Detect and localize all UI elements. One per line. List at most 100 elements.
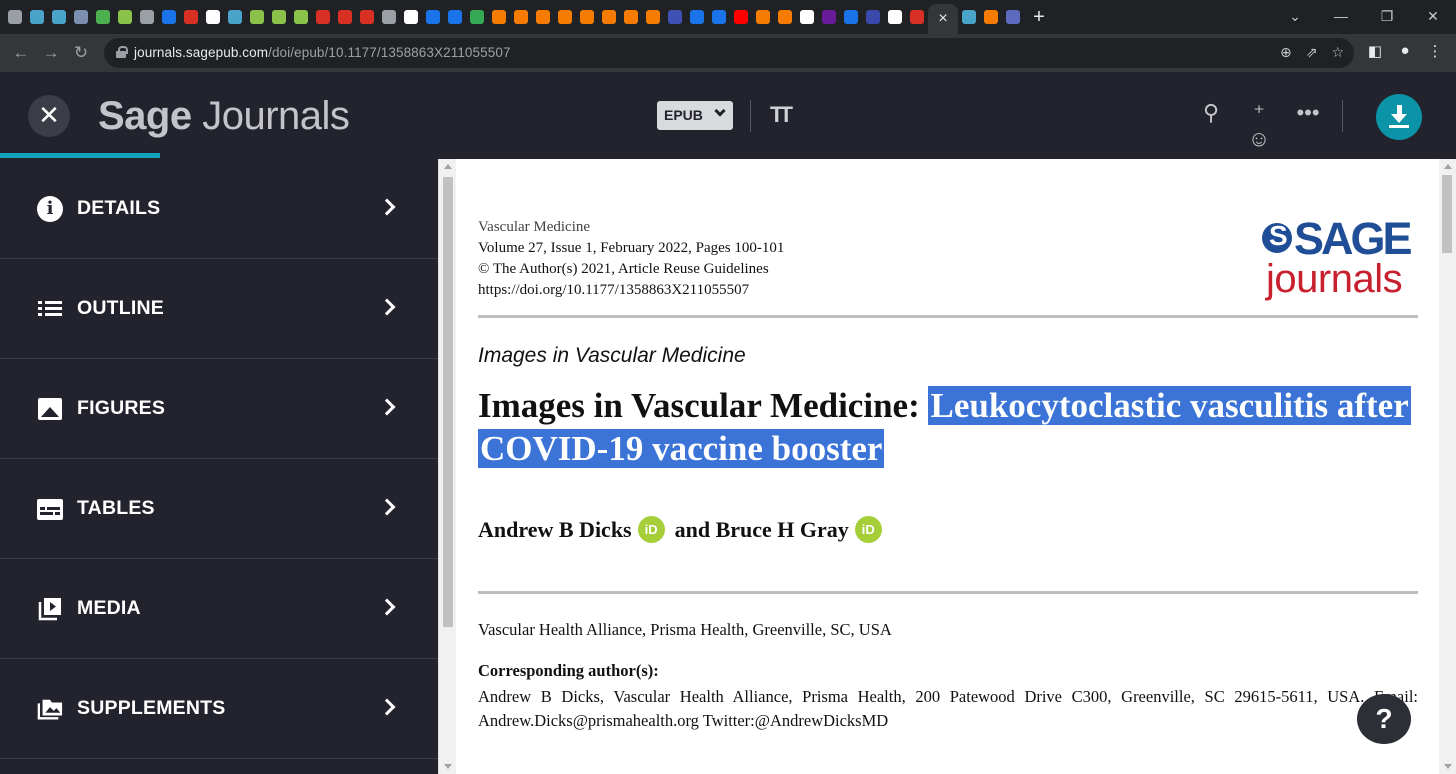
download-button[interactable]	[1376, 94, 1422, 140]
browser-tab[interactable]	[686, 6, 708, 28]
scrollbar-thumb[interactable]	[1442, 175, 1452, 253]
copyright-line: © The Author(s) 2021, Article Reuse Guid…	[478, 261, 769, 277]
sidebar-item-label: MEDIA	[77, 597, 141, 619]
scroll-down-icon[interactable]	[1444, 764, 1452, 769]
browser-tab[interactable]	[980, 6, 1002, 28]
browser-tab[interactable]	[958, 6, 980, 28]
browser-tab[interactable]	[334, 6, 356, 28]
browser-tab[interactable]	[818, 6, 840, 28]
browser-tab[interactable]	[620, 6, 642, 28]
orcid-icon[interactable]: iD	[637, 516, 665, 543]
browser-tab[interactable]	[774, 6, 796, 28]
scroll-up-icon[interactable]	[1444, 164, 1452, 169]
sidebar-item-details[interactable]: i DETAILS	[0, 159, 438, 259]
browser-tab[interactable]	[466, 6, 488, 28]
browser-tab[interactable]	[158, 6, 180, 28]
browser-tab[interactable]	[730, 6, 752, 28]
browser-tab[interactable]	[576, 6, 598, 28]
format-dropdown[interactable]: EPUB	[657, 101, 733, 130]
profile-icon[interactable]: ●	[1394, 42, 1416, 59]
restore-icon[interactable]: ❐	[1364, 4, 1410, 28]
font-size-button[interactable]: TT	[770, 102, 793, 128]
browser-tab[interactable]	[664, 6, 686, 28]
browser-tab[interactable]	[598, 6, 620, 28]
share-icon[interactable]: ⇗	[1306, 44, 1318, 61]
scrollbar-thumb[interactable]	[443, 177, 453, 627]
sidebar-item-supplements[interactable]: SUPPLEMENTS	[0, 659, 438, 759]
address-bar[interactable]: journals.sagepub.com/doi/epub/10.1177/13…	[104, 38, 1354, 68]
browser-tab[interactable]	[268, 6, 290, 28]
browser-tab[interactable]	[840, 6, 862, 28]
browser-tab[interactable]	[554, 6, 576, 28]
chevron-right-icon	[378, 598, 396, 616]
browser-tab[interactable]	[1002, 6, 1024, 28]
author-name[interactable]: and Bruce H Gray	[675, 517, 849, 543]
browser-tab[interactable]	[796, 6, 818, 28]
browser-tab[interactable]	[224, 6, 246, 28]
browser-menu-icon[interactable]: ⋮	[1424, 42, 1446, 60]
tab-favicon-icon	[514, 10, 528, 24]
lock-icon[interactable]	[116, 46, 128, 58]
close-window-icon[interactable]: ✕	[1410, 4, 1456, 28]
browser-tab[interactable]	[180, 6, 202, 28]
browser-tab[interactable]	[884, 6, 906, 28]
browser-tab[interactable]	[114, 6, 136, 28]
minimize-icon[interactable]: —	[1318, 4, 1364, 28]
browser-tab[interactable]	[48, 6, 70, 28]
browser-tab[interactable]	[4, 6, 26, 28]
new-tab-button[interactable]: +	[1024, 6, 1054, 28]
active-tab-close-icon[interactable]: ×	[928, 4, 958, 34]
author-name[interactable]: Andrew B Dicks	[478, 517, 632, 543]
sidebar-item-media[interactable]: MEDIA	[0, 559, 438, 659]
browser-tab[interactable]	[510, 6, 532, 28]
browser-tab[interactable]	[246, 6, 268, 28]
browser-tab[interactable]	[400, 6, 422, 28]
back-icon[interactable]: ←	[10, 42, 32, 64]
browser-tab[interactable]	[444, 6, 466, 28]
browser-tab[interactable]	[752, 6, 774, 28]
browser-tab[interactable]	[356, 6, 378, 28]
scroll-down-icon[interactable]	[444, 764, 452, 769]
browser-tab[interactable]	[312, 6, 334, 28]
search-icon[interactable]: ⚲	[1196, 100, 1226, 126]
reader-scrollbar[interactable]	[1439, 159, 1456, 774]
selected-text: COVID-19 vaccine booster	[478, 429, 885, 468]
browser-tab[interactable]	[488, 6, 510, 28]
browser-tab[interactable]	[290, 6, 312, 28]
sidebar-item-outline[interactable]: OUTLINE	[0, 259, 438, 359]
browser-tab[interactable]	[378, 6, 400, 28]
browser-tab[interactable]	[532, 6, 554, 28]
tab-search-icon[interactable]: ⌄	[1272, 4, 1318, 28]
browser-tab[interactable]	[906, 6, 928, 28]
tab-favicon-icon	[690, 10, 704, 24]
reload-icon[interactable]: ↻	[70, 42, 92, 64]
close-reader-button[interactable]: ✕	[28, 95, 70, 137]
browser-tab[interactable]	[26, 6, 48, 28]
browser-tab[interactable]	[422, 6, 444, 28]
browser-tab[interactable]	[70, 6, 92, 28]
tab-favicon-icon	[338, 10, 352, 24]
help-button[interactable]: ?	[1357, 694, 1411, 744]
article-meta: Vascular Medicine Volume 27, Issue 1, Fe…	[478, 217, 784, 301]
zoom-icon[interactable]: ⊕	[1280, 44, 1292, 61]
sidebar-item-tables[interactable]: TABLES	[0, 459, 438, 559]
doi-link[interactable]: https://doi.org/10.1177/1358863X21105550…	[478, 280, 784, 301]
volume-info: Volume 27, Issue 1, February 2022, Pages…	[478, 240, 785, 256]
browser-tab[interactable]	[862, 6, 884, 28]
bookmark-star-icon[interactable]: ☆	[1331, 44, 1344, 61]
browser-tab[interactable]	[92, 6, 114, 28]
sidebar-item-figures[interactable]: FIGURES	[0, 359, 438, 459]
add-user-icon[interactable]: ⁺☺	[1244, 100, 1274, 152]
tab-favicon-icon	[492, 10, 506, 24]
scroll-up-icon[interactable]	[444, 164, 452, 169]
forward-icon[interactable]: →	[40, 42, 62, 64]
browser-tab[interactable]	[136, 6, 158, 28]
sidebar-scrollbar[interactable]	[438, 159, 456, 774]
browser-tab[interactable]	[708, 6, 730, 28]
more-icon[interactable]: •••	[1293, 100, 1323, 126]
orcid-icon[interactable]: iD	[854, 516, 882, 543]
side-panel-icon[interactable]: ◧	[1364, 42, 1386, 60]
tab-favicon-icon	[778, 10, 792, 24]
browser-tab[interactable]	[642, 6, 664, 28]
browser-tab[interactable]	[202, 6, 224, 28]
